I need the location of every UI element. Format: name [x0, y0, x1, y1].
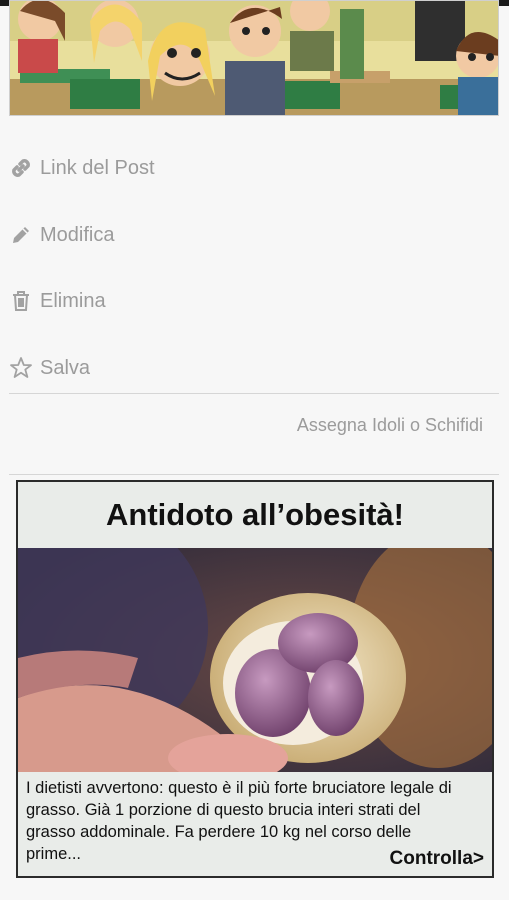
assegna-idoli-link[interactable]: Assegna Idoli o Schifidi — [297, 415, 483, 436]
post-image[interactable] — [9, 0, 499, 116]
modifica-label: Modifica — [40, 223, 115, 246]
star-icon — [8, 355, 34, 381]
ad-title: Antidoto all’obesità! — [18, 482, 492, 548]
ad-banner[interactable]: Antidoto all’obesità! I dietisti avverto… — [16, 480, 494, 878]
link-icon — [8, 155, 34, 181]
ad-photo — [18, 548, 492, 772]
divider — [9, 474, 499, 475]
salva-label: Salva — [40, 356, 91, 379]
link-del-post-button[interactable]: Link del Post — [8, 151, 155, 185]
pencil-icon — [8, 222, 34, 248]
trash-icon — [8, 288, 34, 314]
ad-controlla-link[interactable]: Controlla> — [390, 848, 484, 870]
elimina-button[interactable]: Elimina — [8, 284, 106, 318]
link-del-post-label: Link del Post — [40, 156, 155, 179]
modifica-button[interactable]: Modifica — [8, 218, 114, 252]
elimina-label: Elimina — [40, 289, 106, 312]
salva-button[interactable]: Salva — [8, 351, 90, 385]
divider — [9, 393, 499, 394]
